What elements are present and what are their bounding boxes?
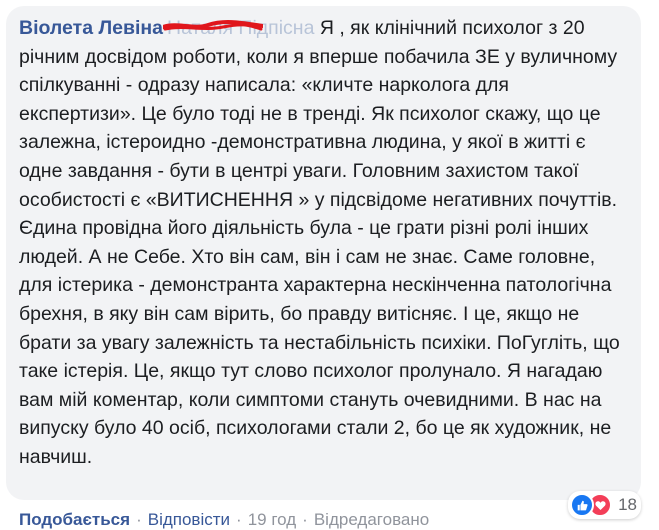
reply-link[interactable]: Відповісти (148, 510, 230, 530)
comment-author[interactable]: Віолета Левіна (19, 17, 163, 39)
comment-actions: Подобається · Відповісти · 19 год · Відр… (19, 510, 429, 530)
comment-text: Я , як клінічний психолог з 20 річним до… (19, 17, 620, 468)
tagged-name[interactable]: Наталя Підпісна (167, 17, 314, 39)
comment-body: Віолета Левіна Наталя Підпісна Я , як клі… (19, 14, 623, 472)
reaction-count: 18 (618, 495, 637, 514)
separator-dot: · (236, 510, 242, 529)
like-link[interactable]: Подобається (19, 510, 130, 530)
reactions-summary[interactable]: 18 (568, 491, 641, 519)
like-icon (570, 493, 595, 517)
timestamp[interactable]: 19 год (248, 510, 296, 530)
separator-dot: · (302, 510, 308, 529)
tagged-name-redacted: Наталя Підпісна (163, 14, 314, 43)
edited-label[interactable]: Відредаговано (314, 510, 429, 530)
comment-bubble: Віолета Левіна Наталя Підпісна Я , як клі… (6, 6, 641, 500)
separator-dot: · (136, 510, 142, 529)
